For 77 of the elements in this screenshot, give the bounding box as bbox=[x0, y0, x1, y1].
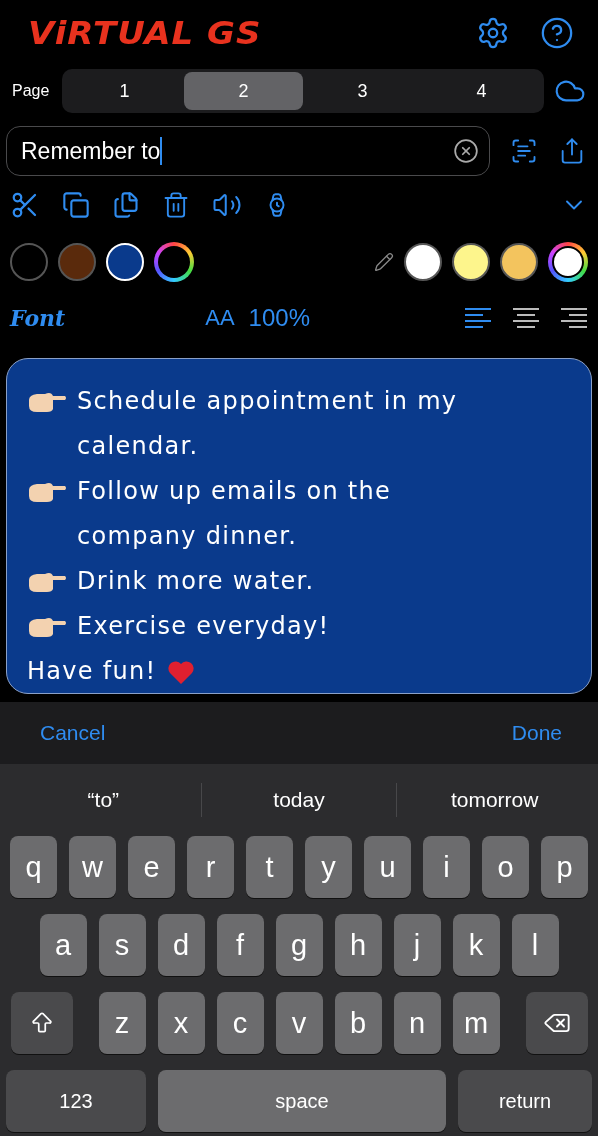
suggestion[interactable]: tomorrow bbox=[396, 783, 592, 817]
align-left-icon bbox=[464, 307, 492, 329]
cancel-button[interactable]: Cancel bbox=[40, 721, 106, 745]
shift-key[interactable] bbox=[10, 992, 73, 1054]
numbers-key[interactable]: 123 bbox=[6, 1070, 146, 1132]
settings-icon[interactable] bbox=[476, 16, 510, 50]
pencil-icon[interactable] bbox=[374, 252, 394, 272]
note-line: Follow up emails on the company dinner. bbox=[77, 476, 393, 552]
scan-text-icon[interactable] bbox=[510, 137, 538, 165]
key[interactable]: v bbox=[275, 992, 323, 1054]
key[interactable]: q bbox=[10, 836, 57, 898]
key[interactable]: w bbox=[69, 836, 116, 898]
key[interactable]: s bbox=[98, 914, 146, 976]
color-picker[interactable] bbox=[154, 242, 194, 282]
color-picker[interactable] bbox=[548, 242, 588, 282]
note-line: Exercise everyday! bbox=[77, 611, 330, 642]
font-button[interactable]: Font bbox=[10, 305, 66, 331]
note-line: Schedule appointment in my calendar. bbox=[77, 386, 459, 462]
app-logo: ViRTUAL GS bbox=[28, 14, 262, 52]
font-size-button[interactable]: AA bbox=[205, 305, 235, 331]
done-button[interactable]: Done bbox=[511, 721, 562, 745]
trash-icon[interactable] bbox=[162, 191, 190, 219]
clear-icon[interactable] bbox=[453, 138, 479, 164]
key[interactable]: n bbox=[393, 992, 441, 1054]
key[interactable]: c bbox=[216, 992, 264, 1054]
key[interactable]: m bbox=[452, 992, 500, 1054]
key[interactable]: j bbox=[393, 914, 441, 976]
heart-icon bbox=[166, 659, 195, 685]
files-icon[interactable] bbox=[112, 191, 140, 219]
align-center-icon bbox=[512, 307, 540, 329]
color-swatch[interactable] bbox=[404, 243, 442, 281]
page-tab[interactable]: 2 bbox=[184, 72, 303, 110]
key[interactable]: u bbox=[364, 836, 411, 898]
key[interactable]: z bbox=[98, 992, 146, 1054]
pointing-hand-icon bbox=[27, 616, 67, 638]
key[interactable]: g bbox=[275, 914, 323, 976]
color-swatch[interactable] bbox=[58, 243, 96, 281]
suggestion[interactable]: today bbox=[200, 783, 397, 817]
delete-key[interactable] bbox=[525, 992, 588, 1054]
pointing-hand-icon bbox=[27, 391, 67, 413]
key[interactable]: i bbox=[423, 836, 470, 898]
key[interactable]: b bbox=[334, 992, 382, 1054]
note-line: Drink more water. bbox=[77, 566, 315, 597]
key[interactable]: r bbox=[187, 836, 234, 898]
key[interactable]: k bbox=[452, 914, 500, 976]
copy-icon[interactable] bbox=[62, 191, 90, 219]
page-label: Page bbox=[12, 82, 51, 100]
color-swatch[interactable] bbox=[500, 243, 538, 281]
color-swatch[interactable] bbox=[10, 243, 48, 281]
page-tab[interactable]: 4 bbox=[422, 72, 541, 110]
color-swatch[interactable] bbox=[452, 243, 490, 281]
zoom-level: 100% bbox=[248, 304, 310, 332]
return-key[interactable]: return bbox=[458, 1070, 592, 1132]
key[interactable]: l bbox=[511, 914, 559, 976]
help-icon[interactable] bbox=[540, 16, 574, 50]
key[interactable]: x bbox=[157, 992, 205, 1054]
key[interactable]: o bbox=[482, 836, 529, 898]
key[interactable]: a bbox=[39, 914, 87, 976]
note-line: Have fun! bbox=[27, 656, 157, 687]
key[interactable]: e bbox=[128, 836, 175, 898]
page-tab[interactable]: 1 bbox=[65, 72, 184, 110]
pointing-hand-icon bbox=[27, 571, 67, 593]
alignment-button[interactable] bbox=[560, 307, 588, 329]
alignment-button[interactable] bbox=[464, 307, 492, 329]
space-key[interactable]: space bbox=[158, 1070, 446, 1132]
pointing-hand-icon bbox=[27, 481, 67, 503]
key[interactable]: d bbox=[157, 914, 205, 976]
align-right-icon bbox=[560, 307, 588, 329]
suggestion[interactable]: “to” bbox=[6, 783, 201, 817]
key[interactable]: h bbox=[334, 914, 382, 976]
alignment-button[interactable] bbox=[512, 307, 540, 329]
page-tab[interactable]: 3 bbox=[303, 72, 422, 110]
text-field[interactable]: Remember to bbox=[6, 126, 490, 176]
key[interactable]: t bbox=[246, 836, 293, 898]
key[interactable]: f bbox=[216, 914, 264, 976]
key[interactable]: y bbox=[305, 836, 352, 898]
key[interactable]: p bbox=[541, 836, 588, 898]
